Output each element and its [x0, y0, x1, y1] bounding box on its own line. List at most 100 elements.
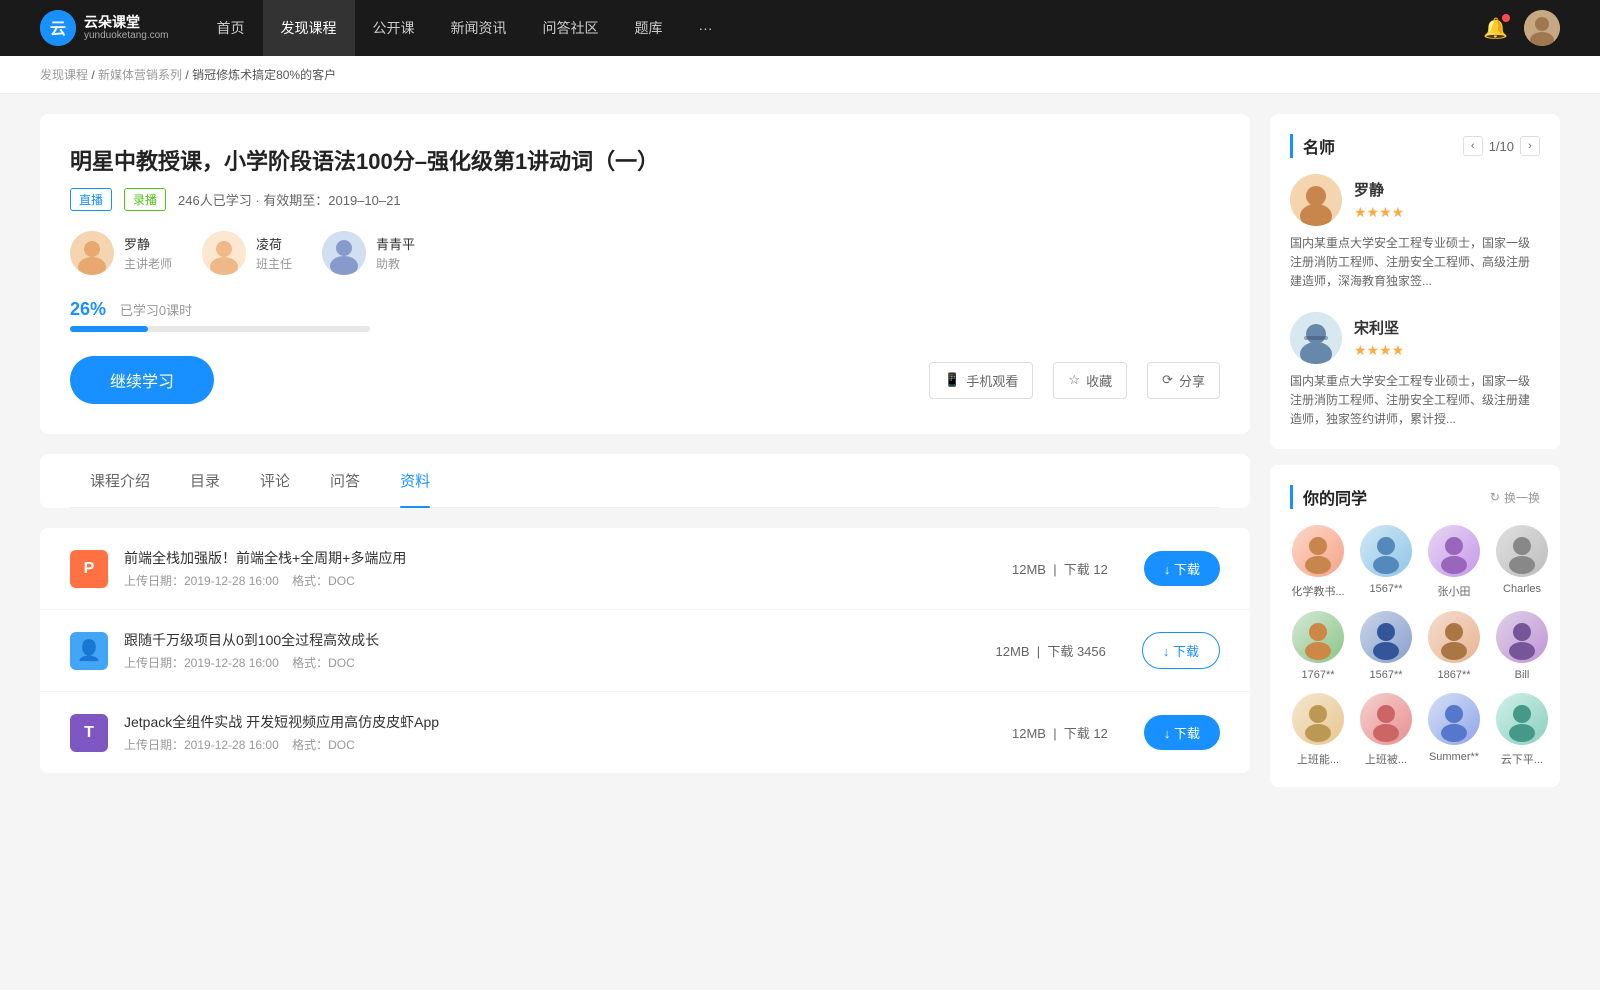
- resource-info-1: 前端全栈加强版！前端全栈+全周期+多端应用 上传日期：2019-12-28 16…: [124, 548, 996, 589]
- progress-bar-bg: [70, 326, 370, 332]
- classmate-11[interactable]: Summer**: [1426, 693, 1482, 767]
- classmate-12[interactable]: 云下平...: [1494, 693, 1550, 767]
- classmate-11-name: Summer**: [1426, 751, 1482, 763]
- nav-more[interactable]: ···: [681, 0, 731, 56]
- resource-meta-1: 上传日期：2019-12-28 16:00 格式：DOC: [124, 572, 996, 589]
- tab-resources[interactable]: 资料: [380, 454, 450, 507]
- logo[interactable]: 云 云朵课堂 yunduoketang.com: [40, 10, 169, 46]
- teachers-card-header: 名师 ‹ 1/10 ›: [1290, 134, 1540, 158]
- resource-info-3: Jetpack全组件实战 开发短视频应用高仿皮皮虾App 上传日期：2019-1…: [124, 712, 996, 753]
- classmate-7-avatar: [1428, 611, 1480, 663]
- resource-title-1: 前端全栈加强版！前端全栈+全周期+多端应用: [124, 548, 996, 568]
- classmate-5[interactable]: 1767**: [1290, 611, 1346, 681]
- sidebar-teacher-2-info: 宋利坚 ★★★★: [1354, 317, 1404, 359]
- classmate-2-name: 1567**: [1358, 583, 1414, 595]
- classmate-7[interactable]: 1867**: [1426, 611, 1482, 681]
- resource-item-1: P 前端全栈加强版！前端全栈+全周期+多端应用 上传日期：2019-12-28 …: [40, 528, 1250, 610]
- teacher-2: 凌荷 班主任: [202, 231, 292, 275]
- resource-item-2: 👤 跟随千万级项目从0到100全过程高效成长 上传日期：2019-12-28 1…: [40, 610, 1250, 692]
- download-button-1[interactable]: ↓ 下载: [1144, 551, 1220, 586]
- teachers-row: 罗静 主讲老师 凌荷 班主任: [70, 231, 1220, 275]
- teacher-1-avatar: [70, 231, 114, 275]
- classmate-4[interactable]: Charles: [1494, 525, 1550, 599]
- mobile-view-link[interactable]: 📱 手机观看: [929, 362, 1033, 399]
- teacher-1: 罗静 主讲老师: [70, 231, 172, 275]
- classmate-5-name: 1767**: [1290, 669, 1346, 681]
- classmate-10[interactable]: 上班被...: [1358, 693, 1414, 767]
- tab-catalog[interactable]: 目录: [170, 454, 240, 507]
- teacher-2-info: 凌荷 班主任: [256, 234, 292, 272]
- teachers-next-btn[interactable]: ›: [1520, 136, 1540, 156]
- classmate-12-name: 云下平...: [1494, 751, 1550, 767]
- progress-sub: 已学习0课时: [120, 303, 192, 318]
- resource-icon-2: 👤: [70, 632, 108, 670]
- classmate-2[interactable]: 1567**: [1358, 525, 1414, 599]
- classmate-3-name: 张小田: [1426, 583, 1482, 599]
- download-button-2[interactable]: ↓ 下载: [1142, 632, 1220, 669]
- teacher-3-info: 青青平 助教: [376, 234, 415, 272]
- classmate-4-name: Charles: [1494, 583, 1550, 595]
- classmate-1[interactable]: 化学教书...: [1290, 525, 1346, 599]
- download-button-3[interactable]: ↓ 下载: [1144, 715, 1220, 750]
- resource-meta-2: 上传日期：2019-12-28 16:00 格式：DOC: [124, 654, 980, 671]
- classmate-1-name: 化学教书...: [1290, 583, 1346, 599]
- continue-button[interactable]: 继续学习: [70, 356, 214, 404]
- nav-news[interactable]: 新闻资讯: [433, 0, 525, 56]
- nav-open[interactable]: 公开课: [355, 0, 433, 56]
- resource-title-2: 跟随千万级项目从0到100全过程高效成长: [124, 630, 980, 650]
- nav-right: 🔔: [1483, 10, 1560, 46]
- mobile-icon: 📱: [944, 372, 960, 388]
- nav-qa[interactable]: 问答社区: [525, 0, 617, 56]
- resource-title-3: Jetpack全组件实战 开发短视频应用高仿皮皮虾App: [124, 712, 996, 732]
- sidebar-teacher-1-avatar: [1290, 174, 1342, 226]
- nav-items: 首页 发现课程 公开课 新闻资讯 问答社区 题库 ···: [199, 0, 1484, 56]
- course-card: 明星中教授课，小学阶段语法100分–强化级第1讲动词（一） 直播 录播 246人…: [40, 114, 1250, 434]
- breadcrumb: 发现课程 / 新媒体营销系列 / 销冠修炼术搞定80%的客户: [0, 56, 1600, 94]
- sidebar-teacher-1-top: 罗静 ★★★★: [1290, 174, 1540, 226]
- nav-quiz[interactable]: 题库: [617, 0, 681, 56]
- share-link[interactable]: ⟳ 分享: [1147, 362, 1220, 399]
- sidebar-teacher-2-top: 宋利坚 ★★★★: [1290, 312, 1540, 364]
- progress-label: 26%: [70, 299, 106, 319]
- classmate-6[interactable]: 1567**: [1358, 611, 1414, 681]
- tab-qa[interactable]: 问答: [310, 454, 380, 507]
- classmates-header: 你的同学 ↻ 换一换: [1290, 485, 1540, 509]
- user-avatar-nav[interactable]: [1524, 10, 1560, 46]
- course-title: 明星中教授课，小学阶段语法100分–强化级第1讲动词（一）: [70, 144, 1220, 176]
- teachers-prev-btn[interactable]: ‹: [1463, 136, 1483, 156]
- refresh-classmates-btn[interactable]: ↻ 换一换: [1490, 489, 1540, 506]
- classmate-1-avatar: [1292, 525, 1344, 577]
- classmate-3[interactable]: 张小田: [1426, 525, 1482, 599]
- classmate-10-avatar: [1360, 693, 1412, 745]
- notification-bell[interactable]: 🔔: [1483, 16, 1508, 41]
- classmate-12-avatar: [1496, 693, 1548, 745]
- teacher-3: 青青平 助教: [322, 231, 415, 275]
- content-left: 明星中教授课，小学阶段语法100分–强化级第1讲动词（一） 直播 录播 246人…: [40, 114, 1250, 787]
- classmate-8[interactable]: Bill: [1494, 611, 1550, 681]
- classmate-8-avatar: [1496, 611, 1548, 663]
- progress-section: 26% 已学习0课时: [70, 299, 1220, 332]
- nav-discover[interactable]: 发现课程: [263, 0, 355, 56]
- notification-dot: [1502, 14, 1510, 22]
- nav-home[interactable]: 首页: [199, 0, 263, 56]
- tab-comment[interactable]: 评论: [240, 454, 310, 507]
- teachers-sidebar-card: 名师 ‹ 1/10 ›: [1270, 114, 1560, 449]
- classmate-9[interactable]: 上班能...: [1290, 693, 1346, 767]
- teachers-sidebar-title: 名师: [1290, 134, 1335, 158]
- teachers-page-num: 1/10: [1489, 139, 1514, 154]
- svg-text:云: 云: [50, 21, 66, 38]
- navbar: 云 云朵课堂 yunduoketang.com 首页 发现课程 公开课 新闻资讯…: [0, 0, 1600, 56]
- sidebar-right: 名师 ‹ 1/10 ›: [1270, 114, 1560, 787]
- teacher-3-avatar: [322, 231, 366, 275]
- resource-stats-3: 12MB | 下载 12: [1012, 723, 1108, 742]
- classmate-7-name: 1867**: [1426, 669, 1482, 681]
- breadcrumb-series[interactable]: 新媒体营销系列: [98, 68, 182, 82]
- tab-intro[interactable]: 课程介绍: [70, 454, 170, 507]
- collect-link[interactable]: ☆ 收藏: [1053, 362, 1127, 399]
- star-icon: ☆: [1068, 372, 1080, 388]
- teacher-1-info: 罗静 主讲老师: [124, 234, 172, 272]
- sidebar-teacher-2-desc: 国内某重点大学安全工程专业硕士，国家一级注册消防工程师、注册安全工程师、级注册建…: [1290, 372, 1540, 430]
- classmate-9-name: 上班能...: [1290, 751, 1346, 767]
- classmate-11-avatar: [1428, 693, 1480, 745]
- breadcrumb-discover[interactable]: 发现课程: [40, 68, 88, 82]
